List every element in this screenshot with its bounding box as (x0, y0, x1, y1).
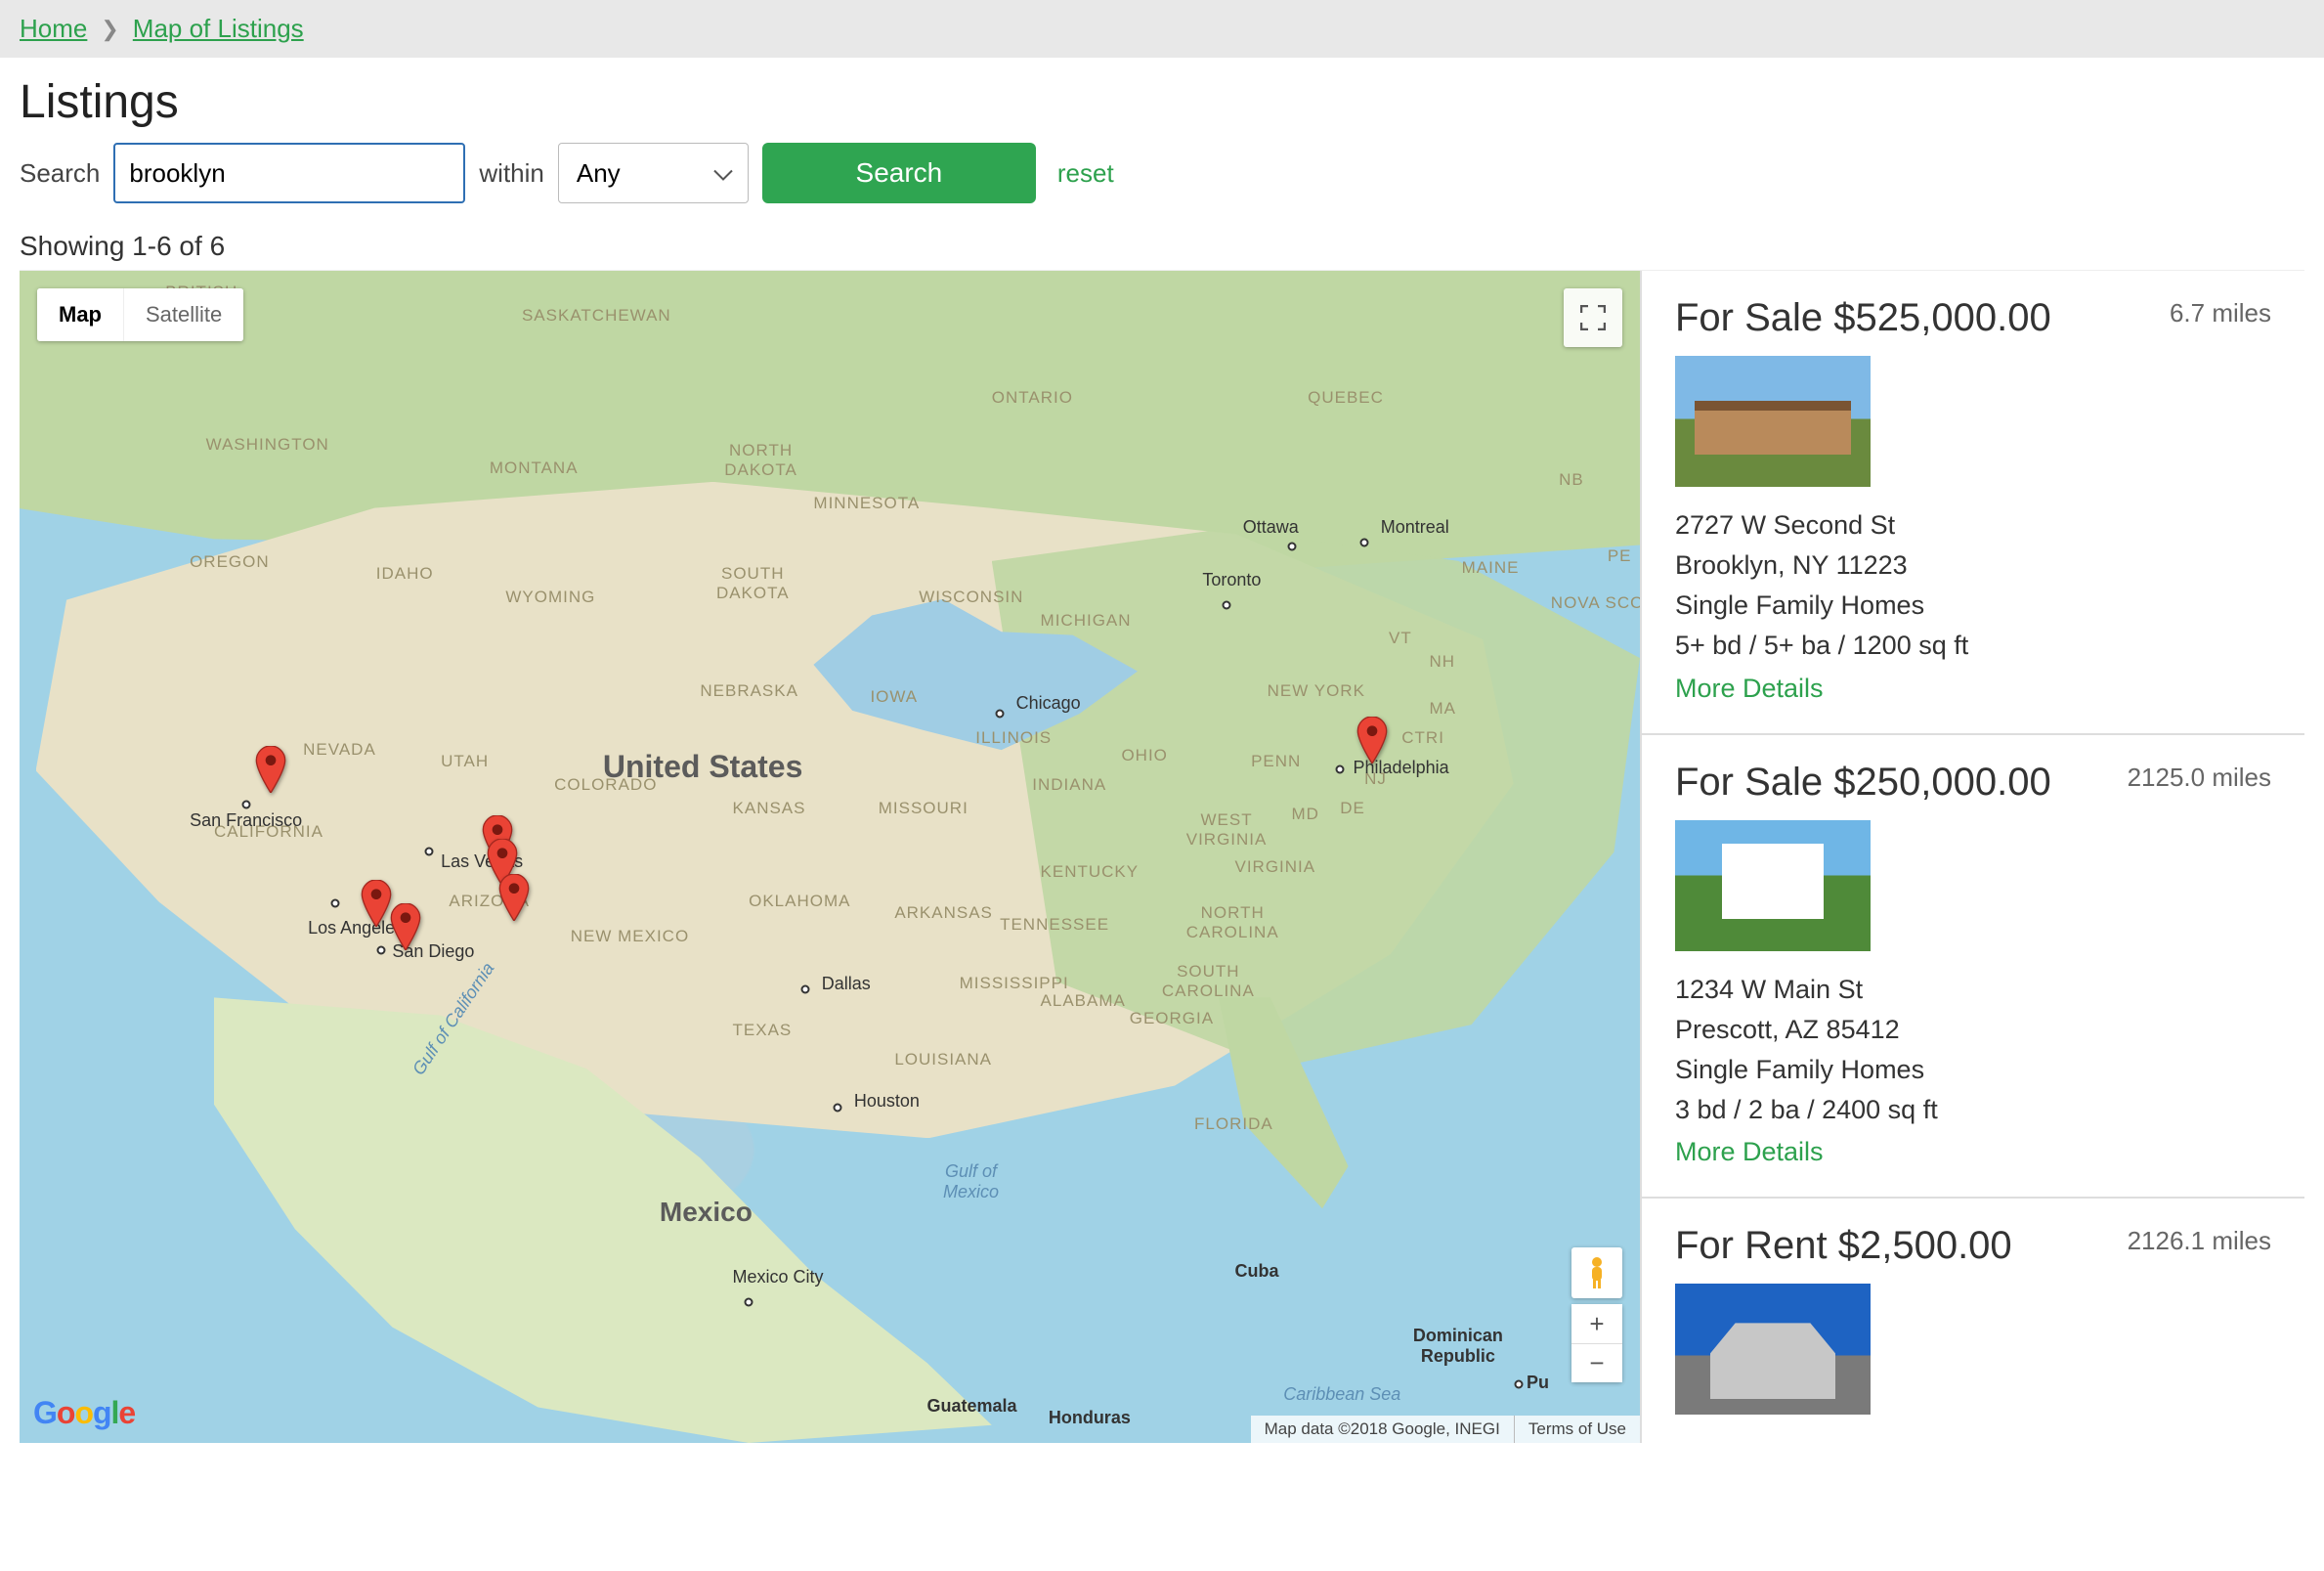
search-row: Search within Any Search reset (20, 143, 2304, 203)
city-dot (425, 847, 434, 855)
listing-type: Single Family Homes (1675, 1051, 2271, 1089)
city-dot (1360, 539, 1369, 547)
zoom-in-button[interactable]: + (1571, 1304, 1622, 1343)
breadcrumb-current[interactable]: Map of Listings (133, 14, 304, 44)
city-dot (801, 984, 810, 993)
city-dot (376, 946, 385, 955)
city-dot (331, 899, 340, 908)
more-details-link[interactable]: More Details (1675, 1137, 1824, 1167)
map-type-toggle: Map Satellite (37, 288, 243, 341)
fullscreen-icon (1580, 305, 1606, 330)
breadcrumb-home[interactable]: Home (20, 14, 87, 44)
within-label: within (479, 158, 543, 189)
map-pane[interactable]: United States Mexico BRITISH BIA SASKATC… (20, 271, 1640, 1443)
map-type-map-button[interactable]: Map (37, 288, 123, 341)
listing-distance: 2125.0 miles (2128, 763, 2271, 793)
city-dot (745, 1298, 753, 1307)
listing-address-line1: 1234 W Main St (1675, 971, 2271, 1009)
listing-item: For Rent $2,500.00 2126.1 miles (1642, 1199, 2304, 1443)
search-button[interactable]: Search (762, 143, 1036, 203)
listing-thumbnail[interactable] (1675, 356, 1871, 487)
map-terms-link[interactable]: Terms of Use (1514, 1416, 1640, 1443)
map-pin[interactable] (390, 903, 421, 950)
city-dot (242, 800, 251, 808)
city-dot (834, 1104, 842, 1113)
zoom-control: + − (1571, 1304, 1622, 1382)
city-dot (1514, 1380, 1523, 1389)
listing-stats: 3 bd / 2 ba / 2400 sq ft (1675, 1091, 2271, 1129)
map-pin[interactable] (498, 874, 530, 921)
listing-address-line2: Prescott, AZ 85412 (1675, 1011, 2271, 1049)
listing-thumbnail[interactable] (1675, 1284, 1871, 1415)
listing-item: For Sale $525,000.00 6.7 miles 2727 W Se… (1642, 271, 2304, 735)
pegman-icon (1586, 1256, 1608, 1289)
reset-link[interactable]: reset (1057, 158, 1114, 189)
main-split: United States Mexico BRITISH BIA SASKATC… (20, 270, 2304, 1443)
city-dot (1336, 764, 1345, 773)
chevron-right-icon: ❯ (101, 17, 118, 42)
listing-address-line1: 2727 W Second St (1675, 506, 2271, 545)
result-count: Showing 1-6 of 6 (0, 213, 2324, 270)
listing-distance: 6.7 miles (2170, 298, 2271, 328)
listing-item: For Sale $250,000.00 2125.0 miles 1234 W… (1642, 735, 2304, 1200)
listing-distance: 2126.1 miles (2128, 1226, 2271, 1256)
listing-stats: 5+ bd / 5+ ba / 1200 sq ft (1675, 627, 2271, 665)
pegman-button[interactable] (1571, 1247, 1622, 1298)
listing-thumbnail[interactable] (1675, 820, 1871, 951)
breadcrumb: Home ❯ Map of Listings (0, 0, 2324, 58)
map-type-satellite-button[interactable]: Satellite (123, 288, 243, 341)
page-title: Listings (20, 75, 2304, 129)
city-dot (1287, 542, 1296, 550)
map-attribution-text: Map data ©2018 Google, INEGI (1251, 1416, 1514, 1443)
search-label: Search (20, 158, 100, 189)
listing-type: Single Family Homes (1675, 587, 2271, 625)
listing-address-line2: Brooklyn, NY 11223 (1675, 546, 2271, 585)
map-pin[interactable] (255, 746, 286, 793)
zoom-out-button[interactable]: − (1571, 1343, 1622, 1382)
fullscreen-button[interactable] (1564, 288, 1622, 347)
city-dot (996, 710, 1005, 719)
within-select[interactable]: Any (558, 143, 749, 203)
city-dot (1223, 600, 1231, 609)
page-header: Listings Search within Any Search reset (0, 58, 2324, 213)
map-pin[interactable] (361, 880, 392, 927)
more-details-link[interactable]: More Details (1675, 674, 1824, 704)
map-pin[interactable] (1356, 717, 1388, 764)
listing-panel[interactable]: For Sale $525,000.00 6.7 miles 2727 W Se… (1640, 271, 2304, 1443)
search-input[interactable] (113, 143, 465, 203)
map-attribution: Map data ©2018 Google, INEGI Terms of Us… (1251, 1416, 1640, 1443)
